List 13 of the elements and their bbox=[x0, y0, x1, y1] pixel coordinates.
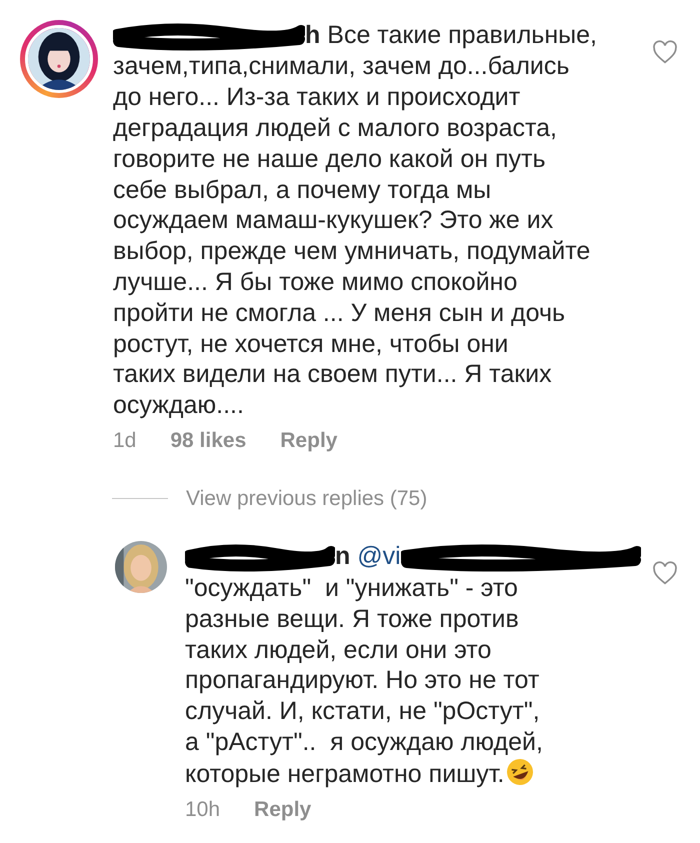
reply-time: 10h bbox=[185, 798, 220, 822]
comment-time: 1d bbox=[113, 428, 136, 453]
reply-text: "осуждать" и "унижать" - это разные вещи. Я тоже против таких людей, если они это пропагандируют. Но это не тот случай. И, кстати, не "рОстут", а "рАстут".. я осуждаю людей, которые неграмотно пишут. bbox=[185, 572, 544, 790]
like-button[interactable] bbox=[652, 560, 678, 585]
comment-text: h Все такие правильные, зачем,типа,снимали, зачем до...бались до него... Из-за таких и происходит деградация людей с малого возраста, говорите не наше дело какой он путь себе выбрал, а почему тогда мы осуждаем мамаш-кукушек? Это же их выбор, прежде чем умничать, подумайте лучше... Я бы тоже мимо спокойно пройти не смогла ... У меня сын и дочь ростут, не хочется мне, чтобы они таких видели на своем пути... Я таких осуждаю.... bbox=[113, 20, 598, 421]
reply-link[interactable]: Reply bbox=[280, 428, 338, 453]
username-link[interactable]: n bbox=[185, 542, 350, 572]
reply-link[interactable]: Reply bbox=[254, 798, 312, 822]
view-replies-link[interactable]: View previous replies (75) bbox=[186, 486, 428, 511]
like-button[interactable] bbox=[652, 40, 678, 64]
mention-link[interactable]: @vi bbox=[357, 542, 401, 572]
likes-count[interactable]: 98 likes bbox=[170, 428, 246, 453]
username-link[interactable]: h bbox=[113, 21, 320, 49]
